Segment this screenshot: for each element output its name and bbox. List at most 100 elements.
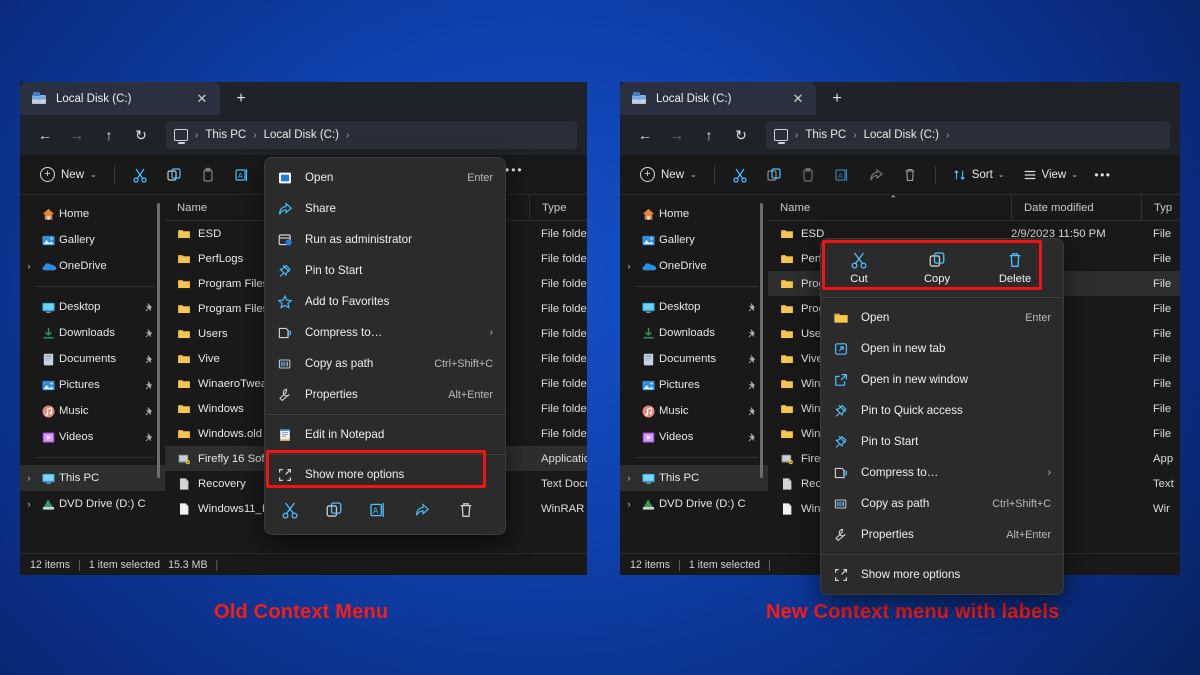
menu-item-pin-to-quick-access[interactable]: Pin to Quick access [821,395,1063,426]
tab-local-disk-c-right[interactable]: Local Disk (C:) ✕ [620,82,816,115]
menu-item-pin-to-start[interactable]: Pin to Start [265,255,505,286]
forward-icon[interactable]: → [62,121,92,149]
sidebar-item-documents[interactable]: › Documents [20,346,165,372]
menu-item-label: Show more options [305,468,405,481]
chevron-right-icon[interactable]: › [20,261,38,271]
sidebar-scrollbar[interactable] [157,203,160,478]
menu-item-properties[interactable]: Properties Alt+Enter [821,519,1063,550]
chevron-right-icon[interactable]: › [620,499,638,509]
quick-action-cut[interactable]: Cut [833,251,885,285]
rename-icon[interactable]: A [826,161,858,189]
chevron-right-icon[interactable]: › [620,261,638,271]
back-icon[interactable]: ← [30,121,60,149]
sidebar-item-this-pc[interactable]: › This PC [20,465,165,491]
refresh-icon[interactable]: ↻ [126,121,156,149]
share-icon[interactable] [860,161,892,189]
breadcrumb-local-disk[interactable]: Local Disk (C:) [864,129,939,141]
new-tab-icon[interactable]: + [822,84,852,114]
menu-item-open-in-new-tab[interactable]: Open in new tab [821,333,1063,364]
menu-item-copy-as-path[interactable]: Copy as path Ctrl+Shift+C [265,348,505,379]
sidebar-item-pictures[interactable]: › Pictures [20,372,165,398]
paste-icon[interactable] [192,161,224,189]
breadcrumb-this-pc[interactable]: This PC [805,129,846,141]
sidebar-item-desktop[interactable]: › Desktop [20,294,165,320]
cut-icon[interactable] [124,161,156,189]
breadcrumb-left[interactable]: › This PC › Local Disk (C:) › [166,121,577,149]
menu-item-open[interactable]: Open Enter [265,162,505,193]
column-header-type[interactable]: Type [529,195,587,220]
sidebar-item-videos[interactable]: › Videos [620,424,768,450]
sidebar-item-pictures[interactable]: › Pictures [620,372,768,398]
quick-action-copy[interactable]: Copy [911,251,963,285]
menu-item-open-in-new-window[interactable]: Open in new window [821,364,1063,395]
new-tab-icon[interactable]: + [226,84,256,114]
close-icon[interactable]: ✕ [788,89,808,109]
sidebar-scrollbar[interactable] [760,203,763,478]
copy-icon[interactable] [758,161,790,189]
quick-action-delete[interactable]: Delete [989,251,1041,285]
sidebar-item-gallery[interactable]: › Gallery [620,227,768,253]
column-header-type[interactable]: Typ [1141,195,1180,220]
sidebar-item-downloads[interactable]: › Downloads [20,320,165,346]
sort-button[interactable]: Sort ⌄ [945,161,1013,189]
menu-item-compress-to[interactable]: Compress to… › [265,317,505,348]
new-button[interactable]: + New ⌄ [632,161,705,189]
sidebar-item-this-pc[interactable]: › This PC [620,465,768,491]
sidebar-item-home[interactable]: › Home [620,201,768,227]
cut-icon[interactable] [279,499,301,521]
menu-item-edit-in-notepad[interactable]: Edit in Notepad [265,419,505,450]
column-header-date[interactable]: Date modified [1011,195,1141,220]
delete-icon[interactable] [455,499,477,521]
sidebar-item-downloads[interactable]: › Downloads [620,320,768,346]
new-button[interactable]: + New ⌄ [32,161,105,189]
menu-item-share[interactable]: Share [265,193,505,224]
sidebar-item-onedrive[interactable]: › OneDrive [620,253,768,279]
chevron-right-icon[interactable]: › [20,499,38,509]
rename-icon[interactable]: A [226,161,258,189]
menu-item-show-more-options[interactable]: Show more options [265,459,505,490]
column-header-name[interactable]: Name ⌃ [768,195,1011,220]
menu-item-compress-to[interactable]: Compress to… › [821,457,1063,488]
context-menu-new[interactable]: Cut Copy Delete Open Enter Open in new tab Ope… [820,238,1064,595]
menu-item-pin-to-start[interactable]: Pin to Start [821,426,1063,457]
breadcrumb-right[interactable]: › This PC › Local Disk (C:) › [766,121,1170,149]
up-icon[interactable]: ↑ [94,121,124,149]
copy-icon[interactable] [158,161,190,189]
close-icon[interactable]: ✕ [192,89,212,109]
cut-icon[interactable] [724,161,756,189]
menu-item-show-more-options[interactable]: Show more options [821,559,1063,590]
sidebar-item-music[interactable]: › Music [20,398,165,424]
sidebar-item-documents[interactable]: › Documents [620,346,768,372]
menu-item-open[interactable]: Open Enter [821,302,1063,333]
context-menu-old[interactable]: Open Enter Share Run as administrator Pin to… [264,157,506,535]
breadcrumb-this-pc[interactable]: This PC [205,129,246,141]
paste-icon[interactable] [792,161,824,189]
sidebar-item-dvd-drive-d-c[interactable]: › DVD Drive (D:) C [620,491,768,517]
delete-icon[interactable] [894,161,926,189]
overflow-menu-button-left[interactable]: ••• [505,163,524,177]
tab-local-disk-c-left[interactable]: Local Disk (C:) ✕ [20,82,220,115]
sidebar-item-desktop[interactable]: › Desktop [620,294,768,320]
copy-icon[interactable] [323,499,345,521]
sidebar-item-gallery[interactable]: › Gallery [20,227,165,253]
back-icon[interactable]: ← [630,121,660,149]
sidebar-item-videos[interactable]: › Videos [20,424,165,450]
sidebar-item-dvd-drive-d-c[interactable]: › DVD Drive (D:) C [20,491,165,517]
refresh-icon[interactable]: ↻ [726,121,756,149]
menu-item-copy-as-path[interactable]: Copy as path Ctrl+Shift+C [821,488,1063,519]
sidebar-item-home[interactable]: › Home [20,201,165,227]
chevron-right-icon[interactable]: › [620,473,638,483]
forward-icon[interactable]: → [662,121,692,149]
view-button[interactable]: View ⌄ [1015,161,1086,189]
overflow-menu-button-right[interactable]: ••• [1088,161,1118,189]
up-icon[interactable]: ↑ [694,121,724,149]
chevron-right-icon[interactable]: › [20,473,38,483]
menu-item-run-as-administrator[interactable]: Run as administrator [265,224,505,255]
breadcrumb-local-disk[interactable]: Local Disk (C:) [264,129,339,141]
menu-item-add-to-favorites[interactable]: Add to Favorites [265,286,505,317]
menu-item-properties[interactable]: Properties Alt+Enter [265,379,505,410]
sidebar-item-music[interactable]: › Music [620,398,768,424]
share-icon[interactable] [411,499,433,521]
sidebar-item-onedrive[interactable]: › OneDrive [20,253,165,279]
rename-icon[interactable]: A [367,499,389,521]
